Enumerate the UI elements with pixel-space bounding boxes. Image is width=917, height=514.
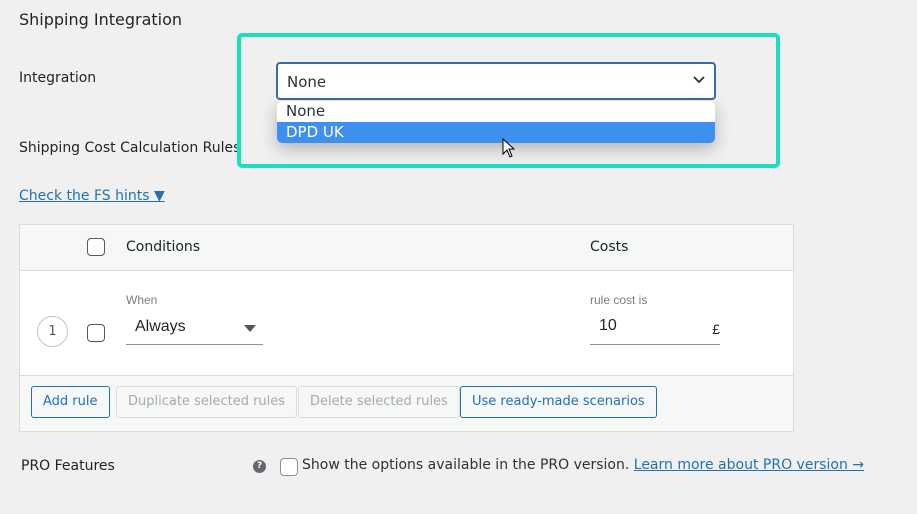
rule-number: 1 <box>37 316 68 347</box>
option-none[interactable]: None <box>277 101 715 122</box>
option-dpd-uk[interactable]: DPD UK <box>277 122 715 143</box>
integration-dropdown: None DPD UK <box>277 101 715 143</box>
section-title: Shipping Integration <box>19 10 183 29</box>
rules-label: Shipping Cost Calculation Rules <box>19 140 241 156</box>
integration-select[interactable]: None <box>276 62 716 100</box>
pro-checkbox-label: Show the options available in the PRO ve… <box>302 457 630 473</box>
integration-label: Integration <box>19 70 97 86</box>
condition-select[interactable]: Always <box>126 314 263 345</box>
mouse-cursor-icon <box>502 138 516 158</box>
cost-label: rule cost is <box>590 293 648 307</box>
integration-selected-value: None <box>287 73 327 91</box>
help-icon[interactable]: ? <box>253 460 266 473</box>
delete-rules-button[interactable]: Delete selected rules <box>298 386 460 418</box>
learn-more-pro-link[interactable]: Learn more about PRO version → <box>634 457 864 473</box>
duplicate-rules-button[interactable]: Duplicate selected rules <box>116 386 298 418</box>
costs-header: Costs <box>590 239 629 255</box>
rule-checkbox[interactable] <box>87 324 105 342</box>
table-row: 1 When Always rule cost is 10 £ <box>20 271 793 376</box>
ready-made-scenarios-button[interactable]: Use ready-made scenarios <box>460 386 657 418</box>
pro-features-label: PRO Features <box>21 458 115 474</box>
select-all-checkbox[interactable] <box>87 238 105 256</box>
pro-options-text: Show the options available in the PRO ve… <box>302 457 864 473</box>
currency-symbol: £ <box>712 321 720 337</box>
condition-label: When <box>126 293 158 307</box>
chevron-down-icon <box>693 76 705 84</box>
table-header: Conditions Costs <box>20 225 793 271</box>
conditions-header: Conditions <box>126 239 201 255</box>
add-rule-button[interactable]: Add rule <box>31 386 110 418</box>
table-footer: Add rule Duplicate selected rules Delete… <box>20 376 793 431</box>
cost-input[interactable]: 10 £ <box>590 314 720 345</box>
cost-value: 10 <box>599 317 617 334</box>
caret-down-icon <box>244 325 256 332</box>
rules-table: Conditions Costs 1 When Always rule cost… <box>19 224 794 432</box>
fs-hints-link[interactable]: Check the FS hints ▼ <box>19 188 165 204</box>
condition-value: Always <box>135 318 186 335</box>
pro-options-checkbox[interactable] <box>280 458 298 476</box>
